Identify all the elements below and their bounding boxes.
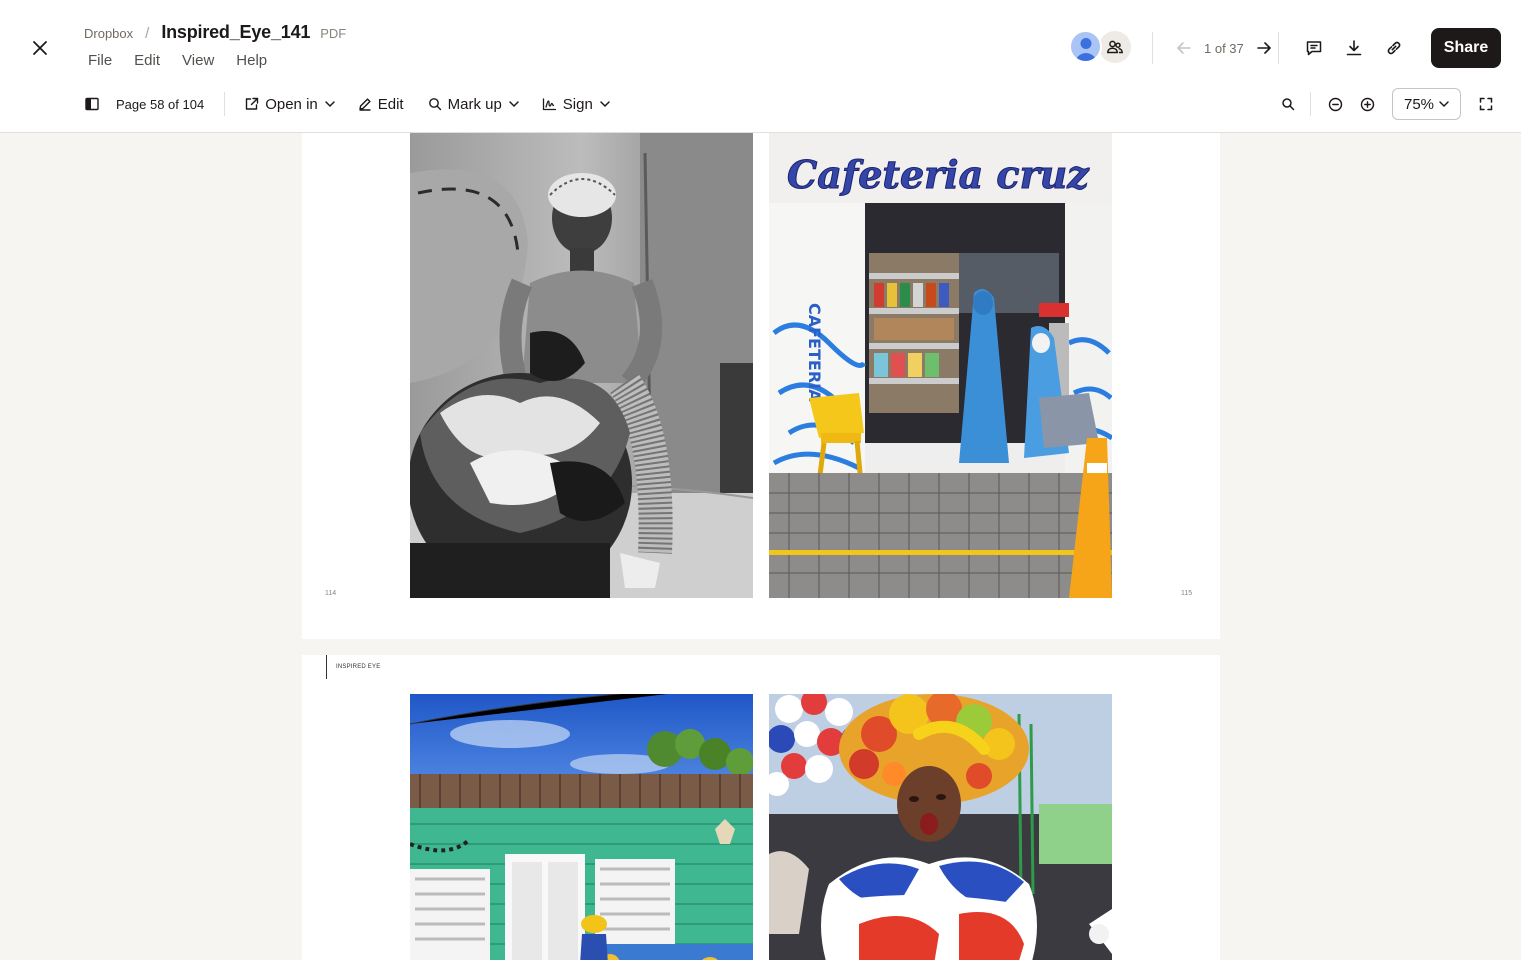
sign-label: Sign (562, 95, 593, 113)
file-pager: 1 of 37 (1172, 36, 1276, 60)
breadcrumb: Dropbox / Inspired_Eye_141 PDF (84, 22, 346, 43)
file-actions (1302, 36, 1406, 60)
mark-up-button[interactable]: Mark up (428, 96, 520, 113)
download-icon[interactable] (1342, 36, 1366, 60)
breadcrumb-root[interactable]: Dropbox (84, 26, 133, 41)
divider (1152, 32, 1153, 64)
photo-cafeteria-cruz: Cafeteria cruz CAFETERIA (769, 133, 1112, 598)
avatar[interactable] (1069, 30, 1102, 63)
pdf-page-spread: Cafeteria cruz CAFETERIA 114 115 (302, 133, 1220, 639)
previous-file-arrow-icon[interactable] (1172, 36, 1196, 60)
open-in-button[interactable]: Open in (245, 96, 336, 113)
open-in-label: Open in (265, 95, 318, 113)
svg-text:CAFETERIA: CAFETERIA (805, 303, 824, 402)
divider (224, 92, 226, 116)
divider (1310, 92, 1311, 116)
collaborators (1069, 30, 1131, 63)
share-button[interactable]: Share (1431, 28, 1501, 68)
chevron-down-icon (1439, 101, 1449, 108)
page-indicator[interactable]: Page 58 of 104 (116, 97, 204, 112)
mark-up-label: Mark up (447, 95, 502, 113)
edit-button[interactable]: Edit (358, 96, 404, 113)
menu-view[interactable]: View (182, 52, 214, 69)
menu-edit[interactable]: Edit (134, 52, 160, 69)
divider (1278, 32, 1279, 64)
zoom-in-icon[interactable] (1355, 92, 1379, 116)
page-number-left: 114 (325, 590, 337, 597)
file-title[interactable]: Inspired_Eye_141 (161, 22, 310, 43)
pencil-icon (359, 98, 371, 111)
edit-label: Edit (377, 95, 404, 113)
zoom-select[interactable]: 75% (1392, 88, 1461, 120)
people-icon[interactable] (1099, 30, 1131, 63)
link-icon[interactable] (1382, 36, 1406, 60)
document-toolbar: Page 58 of 104 Open in Edit Mark up Sign (84, 90, 611, 118)
zoom-toolbar: 75% (1276, 88, 1498, 120)
fullscreen-icon[interactable] (1474, 92, 1498, 116)
document-viewer[interactable]: Cafeteria cruz CAFETERIA 114 115 INSPIRE… (0, 133, 1521, 960)
chevron-down-icon (325, 101, 335, 108)
pdf-page-spread: INSPIRED EYE (302, 655, 1220, 960)
photo-carnival-dancer (769, 694, 1112, 960)
comment-icon[interactable] (1302, 36, 1326, 60)
photo-bw-portrait (410, 133, 753, 598)
menu-file[interactable]: File (88, 52, 112, 69)
chevron-down-icon (509, 101, 519, 108)
running-head: INSPIRED EYE (326, 655, 380, 679)
menu-bar: File Edit View Help (88, 52, 267, 69)
page-number-right: 115 (1181, 590, 1193, 597)
file-type-label: PDF (320, 26, 347, 41)
signature-icon (542, 98, 556, 111)
viewer-header: Dropbox / Inspired_Eye_141 PDF File Edit… (0, 0, 1521, 133)
zoom-value: 75% (1404, 95, 1435, 113)
next-file-arrow-icon[interactable] (1252, 36, 1276, 60)
zoom-out-icon[interactable] (1323, 92, 1347, 116)
markup-icon (428, 98, 441, 111)
sidebar-toggle-icon[interactable] (84, 92, 100, 116)
sign-button[interactable]: Sign (542, 96, 611, 113)
photo-green-house (410, 694, 753, 960)
chevron-down-icon (600, 101, 610, 108)
file-count: 1 of 37 (1204, 40, 1244, 56)
breadcrumb-separator: / (145, 25, 150, 42)
close-icon[interactable] (28, 36, 52, 60)
open-external-icon (246, 97, 259, 110)
search-icon[interactable] (1276, 92, 1300, 116)
menu-help[interactable]: Help (236, 52, 267, 69)
cafeteria-sign-text: Cafeteria cruz (787, 152, 1090, 197)
